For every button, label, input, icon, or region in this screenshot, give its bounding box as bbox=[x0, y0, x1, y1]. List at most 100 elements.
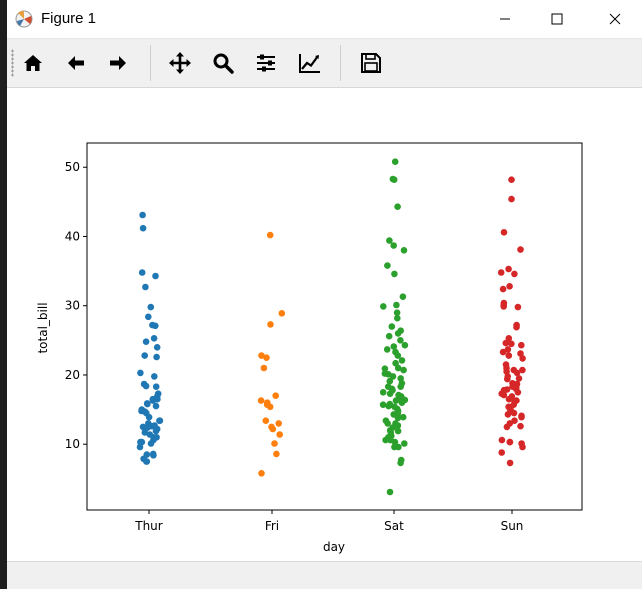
toolbar-separator bbox=[340, 45, 341, 81]
data-point-fri bbox=[258, 470, 265, 477]
data-point-fri bbox=[269, 425, 277, 433]
customize-button[interactable] bbox=[293, 47, 327, 79]
matplotlib-app-icon bbox=[15, 10, 33, 28]
strip-plot: 10 20 30 40 50 Thur Fri Sat Sun day total_bill bbox=[36, 142, 583, 554]
data-point-sun bbox=[511, 270, 518, 278]
data-point-fri bbox=[257, 397, 265, 404]
data-point-sun bbox=[514, 389, 522, 396]
title-bar: Figure 1 bbox=[7, 0, 642, 39]
data-point-sun bbox=[505, 265, 512, 273]
data-point-sun bbox=[517, 246, 524, 253]
data-point-sun bbox=[500, 303, 508, 310]
data-point-sun bbox=[519, 355, 526, 362]
data-points bbox=[136, 158, 526, 496]
data-point-thur bbox=[137, 369, 144, 377]
data-point-fri bbox=[271, 440, 278, 447]
save-icon bbox=[361, 53, 381, 73]
home-icon bbox=[24, 55, 42, 71]
zoom-icon bbox=[213, 53, 234, 74]
data-point-sat bbox=[394, 427, 402, 435]
data-point-sat bbox=[401, 440, 408, 447]
home-button[interactable] bbox=[16, 47, 50, 79]
data-point-sun bbox=[498, 449, 506, 456]
forward-button[interactable] bbox=[101, 47, 135, 79]
data-point-sun bbox=[505, 352, 513, 359]
x-tick-label: Fri bbox=[265, 519, 279, 533]
data-point-thur bbox=[144, 400, 151, 408]
data-point-fri bbox=[275, 420, 283, 427]
data-point-thur bbox=[150, 335, 158, 342]
data-point-sun bbox=[515, 375, 523, 382]
data-point-sun bbox=[504, 375, 511, 383]
y-tick-label: 30 bbox=[65, 299, 80, 313]
maximize-button[interactable] bbox=[534, 0, 580, 38]
data-point-thur bbox=[145, 313, 152, 321]
data-point-thur bbox=[156, 417, 163, 425]
data-point-fri bbox=[263, 354, 270, 362]
data-point-sat bbox=[391, 158, 399, 165]
data-point-thur bbox=[152, 272, 159, 280]
figure-canvas[interactable]: 10 20 30 40 50 Thur Fri Sat Sun day total_bill bbox=[7, 88, 642, 560]
data-point-thur bbox=[142, 382, 150, 390]
data-point-thur bbox=[146, 431, 154, 438]
data-point-sat bbox=[386, 390, 394, 398]
data-point-sat bbox=[390, 242, 398, 249]
window-title: Figure 1 bbox=[41, 10, 97, 27]
close-button[interactable] bbox=[592, 0, 638, 38]
minimize-button[interactable] bbox=[482, 0, 528, 38]
data-point-sat bbox=[394, 330, 402, 337]
figure-window: Figure 1 10 20 30 40 50 Thur Fri Sat Sun… bbox=[7, 0, 642, 589]
data-point-sun bbox=[504, 411, 512, 418]
toolbar-grip[interactable] bbox=[11, 49, 14, 77]
zoom-button[interactable] bbox=[206, 47, 240, 79]
data-point-thur bbox=[153, 393, 161, 400]
data-point-sun bbox=[506, 283, 513, 290]
data-point-sat bbox=[388, 323, 396, 330]
data-point-fri bbox=[266, 403, 274, 411]
data-point-sun bbox=[508, 340, 515, 348]
data-point-thur bbox=[141, 352, 148, 359]
data-point-thur bbox=[147, 440, 155, 447]
data-point-thur bbox=[142, 338, 150, 345]
maximize-icon bbox=[551, 13, 563, 25]
data-point-sat bbox=[397, 459, 404, 467]
y-tick-label: 10 bbox=[65, 437, 80, 451]
data-point-sun bbox=[514, 303, 522, 311]
pan-icon bbox=[169, 52, 191, 74]
data-point-sat bbox=[385, 332, 393, 340]
data-point-sat bbox=[390, 176, 398, 183]
data-point-sat bbox=[386, 488, 394, 496]
data-point-sat bbox=[398, 357, 406, 364]
data-point-fri bbox=[272, 392, 280, 400]
data-point-thur bbox=[150, 452, 157, 459]
save-button[interactable] bbox=[354, 47, 388, 79]
data-point-sun bbox=[508, 195, 515, 203]
subplots-button[interactable] bbox=[249, 47, 283, 79]
pan-button[interactable] bbox=[163, 47, 197, 79]
data-point-thur bbox=[152, 322, 159, 330]
data-point-sun bbox=[497, 269, 505, 276]
data-point-sun bbox=[517, 422, 524, 430]
data-point-thur bbox=[143, 458, 151, 465]
data-point-sun bbox=[508, 176, 515, 183]
data-point-thur bbox=[139, 211, 146, 219]
data-point-sat bbox=[400, 366, 407, 374]
data-point-sun bbox=[518, 413, 525, 421]
back-button[interactable] bbox=[59, 47, 93, 79]
x-tick-label: Thur bbox=[134, 519, 163, 533]
tick-layer: 10 20 30 40 50 Thur Fri Sat Sun bbox=[65, 160, 524, 533]
data-point-fri bbox=[267, 321, 274, 328]
data-point-sat bbox=[391, 443, 398, 451]
data-point-sun bbox=[498, 436, 506, 444]
data-point-sat bbox=[397, 383, 405, 391]
data-point-sat bbox=[399, 293, 407, 300]
minimize-icon bbox=[500, 18, 510, 20]
data-point-sun bbox=[505, 395, 513, 403]
data-point-sun bbox=[502, 339, 510, 347]
subplots-icon bbox=[257, 54, 275, 72]
data-point-sat bbox=[393, 301, 400, 309]
y-tick-label: 20 bbox=[65, 368, 80, 382]
data-point-sat bbox=[394, 314, 401, 322]
data-point-sun bbox=[503, 423, 511, 431]
data-point-thur bbox=[138, 269, 146, 276]
